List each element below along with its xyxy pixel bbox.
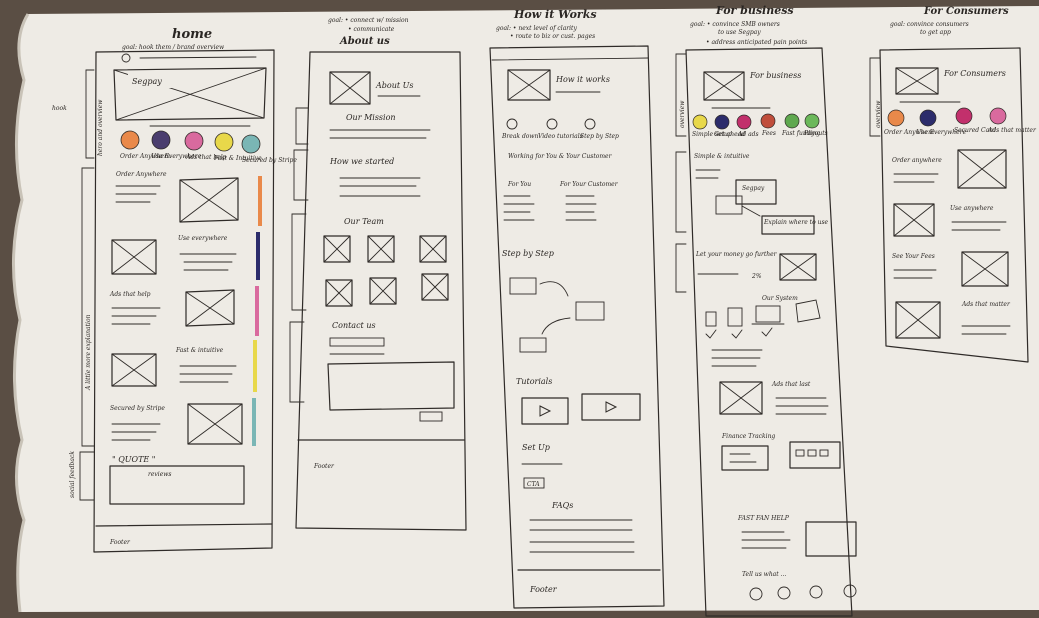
consumers-goal-2: to get app [920, 29, 951, 36]
orange-circle-icon [120, 130, 140, 150]
consumers-title: For Consumers [923, 6, 1009, 17]
home-side-more: A little more explanation [85, 314, 92, 391]
consumers-ads: Ads that matter [961, 301, 1011, 308]
business-percent: 2% [751, 273, 762, 280]
business-simple: Simple & intuitive [694, 153, 750, 160]
business-money: Let your money go further [695, 251, 778, 258]
business-ads: Ads that last [771, 381, 811, 388]
home-goal: goal: hook them / brand overview [122, 44, 225, 51]
about-mission: Our Mission [346, 113, 396, 122]
business-goal: goal: • convince SMB owners [690, 21, 780, 28]
home-logo: Segpay [132, 77, 162, 86]
home-quote: " QUOTE " [112, 455, 155, 464]
cta-label: CTA [527, 481, 540, 488]
teal-tab [252, 398, 256, 446]
how-hero-title: How it works [555, 75, 610, 84]
how-faqs: FAQs [551, 501, 573, 510]
pink-circle-icon [989, 107, 1007, 125]
about-goal: goal: • connect w/ mission [328, 17, 409, 24]
teal-circle-icon [241, 134, 261, 154]
how-goal-2: • route to biz or cust. pages [510, 33, 595, 40]
how-goal: goal: • next level of clarity [496, 25, 577, 32]
consumers-hero-title: For Consumers [943, 69, 1006, 78]
home-side-hook: hook [52, 105, 67, 112]
circle-label: Ads that matter [987, 127, 1037, 134]
about-contact: Contact us [332, 321, 376, 330]
orange-circle-icon [887, 109, 905, 127]
sketch-photo: home goal: hook them / brand overview Se… [0, 0, 1039, 618]
business-title: For business [715, 4, 794, 17]
business-side: overview [679, 100, 686, 128]
about-goal-2: • communicate [348, 26, 395, 33]
business-logo: Segpay [742, 185, 765, 192]
green-circle-icon [784, 113, 800, 129]
rust-circle-icon [760, 113, 776, 129]
circle-label: Payouts [803, 130, 828, 137]
yellow-circle-icon [214, 132, 234, 152]
step-label: Break down [501, 133, 539, 140]
consumers-goal: goal: convince consumers [890, 21, 969, 28]
consumers-side: overview [875, 100, 882, 128]
navy-tab [256, 232, 260, 280]
home-footer: Footer [109, 539, 131, 546]
business-tell: Tell us what ... [742, 571, 786, 578]
yellow-circle-icon [692, 114, 708, 130]
how-footer: Footer [529, 585, 558, 594]
home-title: home [172, 27, 212, 42]
orange-tab [258, 176, 262, 226]
how-setup: Set Up [522, 443, 550, 452]
circle-label: Fees [761, 130, 776, 137]
home-side-social: social feedback [69, 451, 76, 498]
wireframe-sketch: home goal: hook them / brand overview Se… [0, 0, 1039, 618]
home-section-fast: Fast & intuitive [175, 347, 224, 354]
circle-label: Secured by Stripe [242, 157, 297, 164]
circle-label: Ad ads [737, 131, 759, 138]
navy-circle-icon [919, 109, 937, 127]
magenta-circle-icon [736, 114, 752, 130]
consumers-use: Use anywhere [950, 205, 994, 212]
about-team: Our Team [344, 217, 384, 226]
home-side-hero: hero and overview [97, 99, 104, 156]
about-started: How we started [329, 157, 394, 166]
how-working: Working for You & Your Customer [508, 153, 613, 160]
business-goal-3: • address anticipated pain points [706, 39, 807, 46]
business-finance: Finance Tracking [721, 433, 775, 440]
pink-circle-icon [184, 131, 204, 151]
business-explain: Explain where to use [763, 219, 829, 226]
step-label: Step by Step [580, 133, 619, 140]
home-section-order: Order Anywhere [116, 171, 167, 178]
about-footer: Footer [313, 463, 335, 470]
consumers-order: Order anywhere [892, 157, 942, 164]
about-title: About us [339, 36, 390, 47]
home-section-use: Use everywhere [178, 235, 228, 242]
yellow-tab [253, 340, 257, 392]
home-reviews: reviews [148, 471, 172, 478]
how-tutorials: Tutorials [516, 377, 552, 386]
business-goal-2: to use Segpay [718, 29, 761, 36]
how-step: Step by Step [502, 249, 554, 258]
how-for-you: For You [507, 181, 531, 188]
about-hero-title: About Us [375, 81, 413, 90]
pink-tab [255, 286, 259, 336]
business-system: Our System [762, 295, 798, 302]
purple-circle-icon [151, 130, 171, 150]
consumers-see: See Your Fees [892, 253, 935, 260]
how-for-customer: For Your Customer [559, 181, 619, 188]
green-circle-icon [804, 113, 820, 129]
magenta-circle-icon [955, 107, 973, 125]
how-title: How it Works [513, 8, 597, 21]
navy-circle-icon [714, 114, 730, 130]
home-section-ads: Ads that help [109, 291, 151, 298]
home-section-stripe: Secured by Stripe [110, 405, 165, 412]
step-label: Video tutorials [538, 133, 583, 140]
business-fast: FAST FAN HELP [737, 515, 790, 522]
business-hero-title: For business [749, 71, 801, 80]
